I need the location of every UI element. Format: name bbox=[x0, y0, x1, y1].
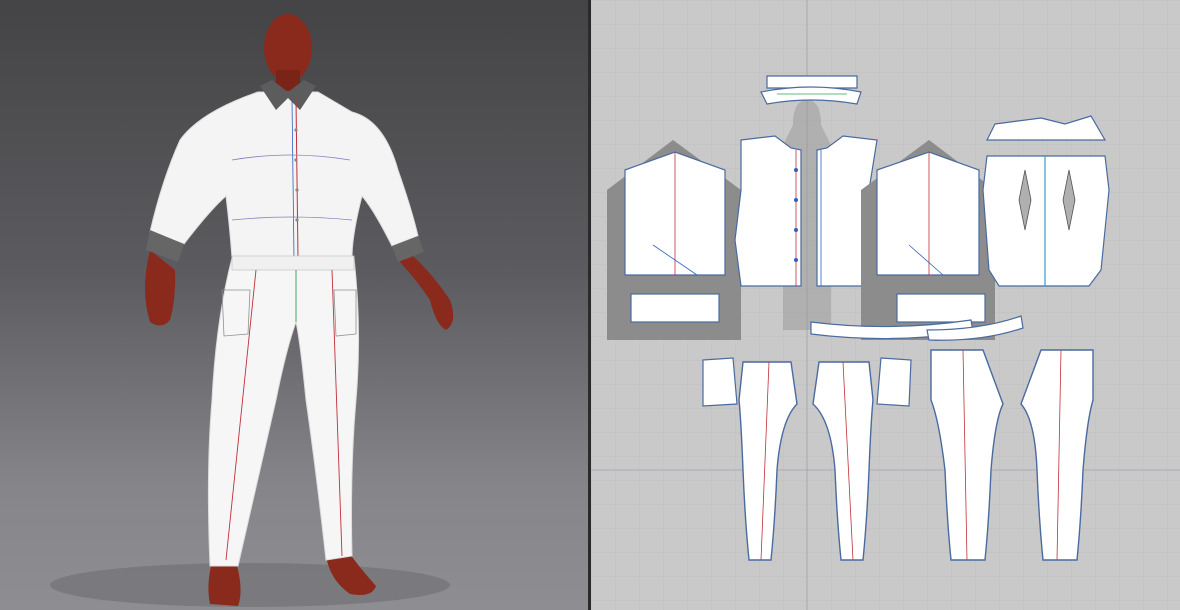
shirt-button bbox=[295, 188, 299, 192]
clo-workspace bbox=[0, 0, 1180, 610]
garment-shirt[interactable] bbox=[146, 80, 424, 262]
pattern-piece-pocket-left[interactable] bbox=[702, 357, 738, 407]
pattern-canvas bbox=[591, 0, 1180, 610]
trousers-waistband bbox=[231, 255, 355, 271]
avatar-right-hand bbox=[400, 248, 454, 330]
shirt-body bbox=[149, 91, 419, 259]
garment-trousers[interactable] bbox=[207, 255, 360, 567]
3d-viewport[interactable] bbox=[0, 0, 588, 610]
3d-scene bbox=[50, 14, 454, 607]
pattern-piece-sleeve-right[interactable] bbox=[861, 140, 995, 340]
pattern-piece-collar[interactable] bbox=[760, 75, 862, 105]
shirt-button bbox=[294, 158, 298, 162]
floor-shadow bbox=[50, 563, 450, 607]
pattern-piece-sleeve-left[interactable] bbox=[607, 140, 741, 340]
pattern-piece-pocket-right[interactable] bbox=[876, 357, 912, 407]
shirt-button bbox=[294, 128, 298, 132]
shirt-button bbox=[295, 218, 299, 222]
2d-pattern-viewport[interactable] bbox=[591, 0, 1180, 610]
avatar-left-hand bbox=[145, 250, 176, 326]
trousers-body bbox=[207, 257, 360, 567]
avatar-left-foot bbox=[208, 562, 241, 606]
